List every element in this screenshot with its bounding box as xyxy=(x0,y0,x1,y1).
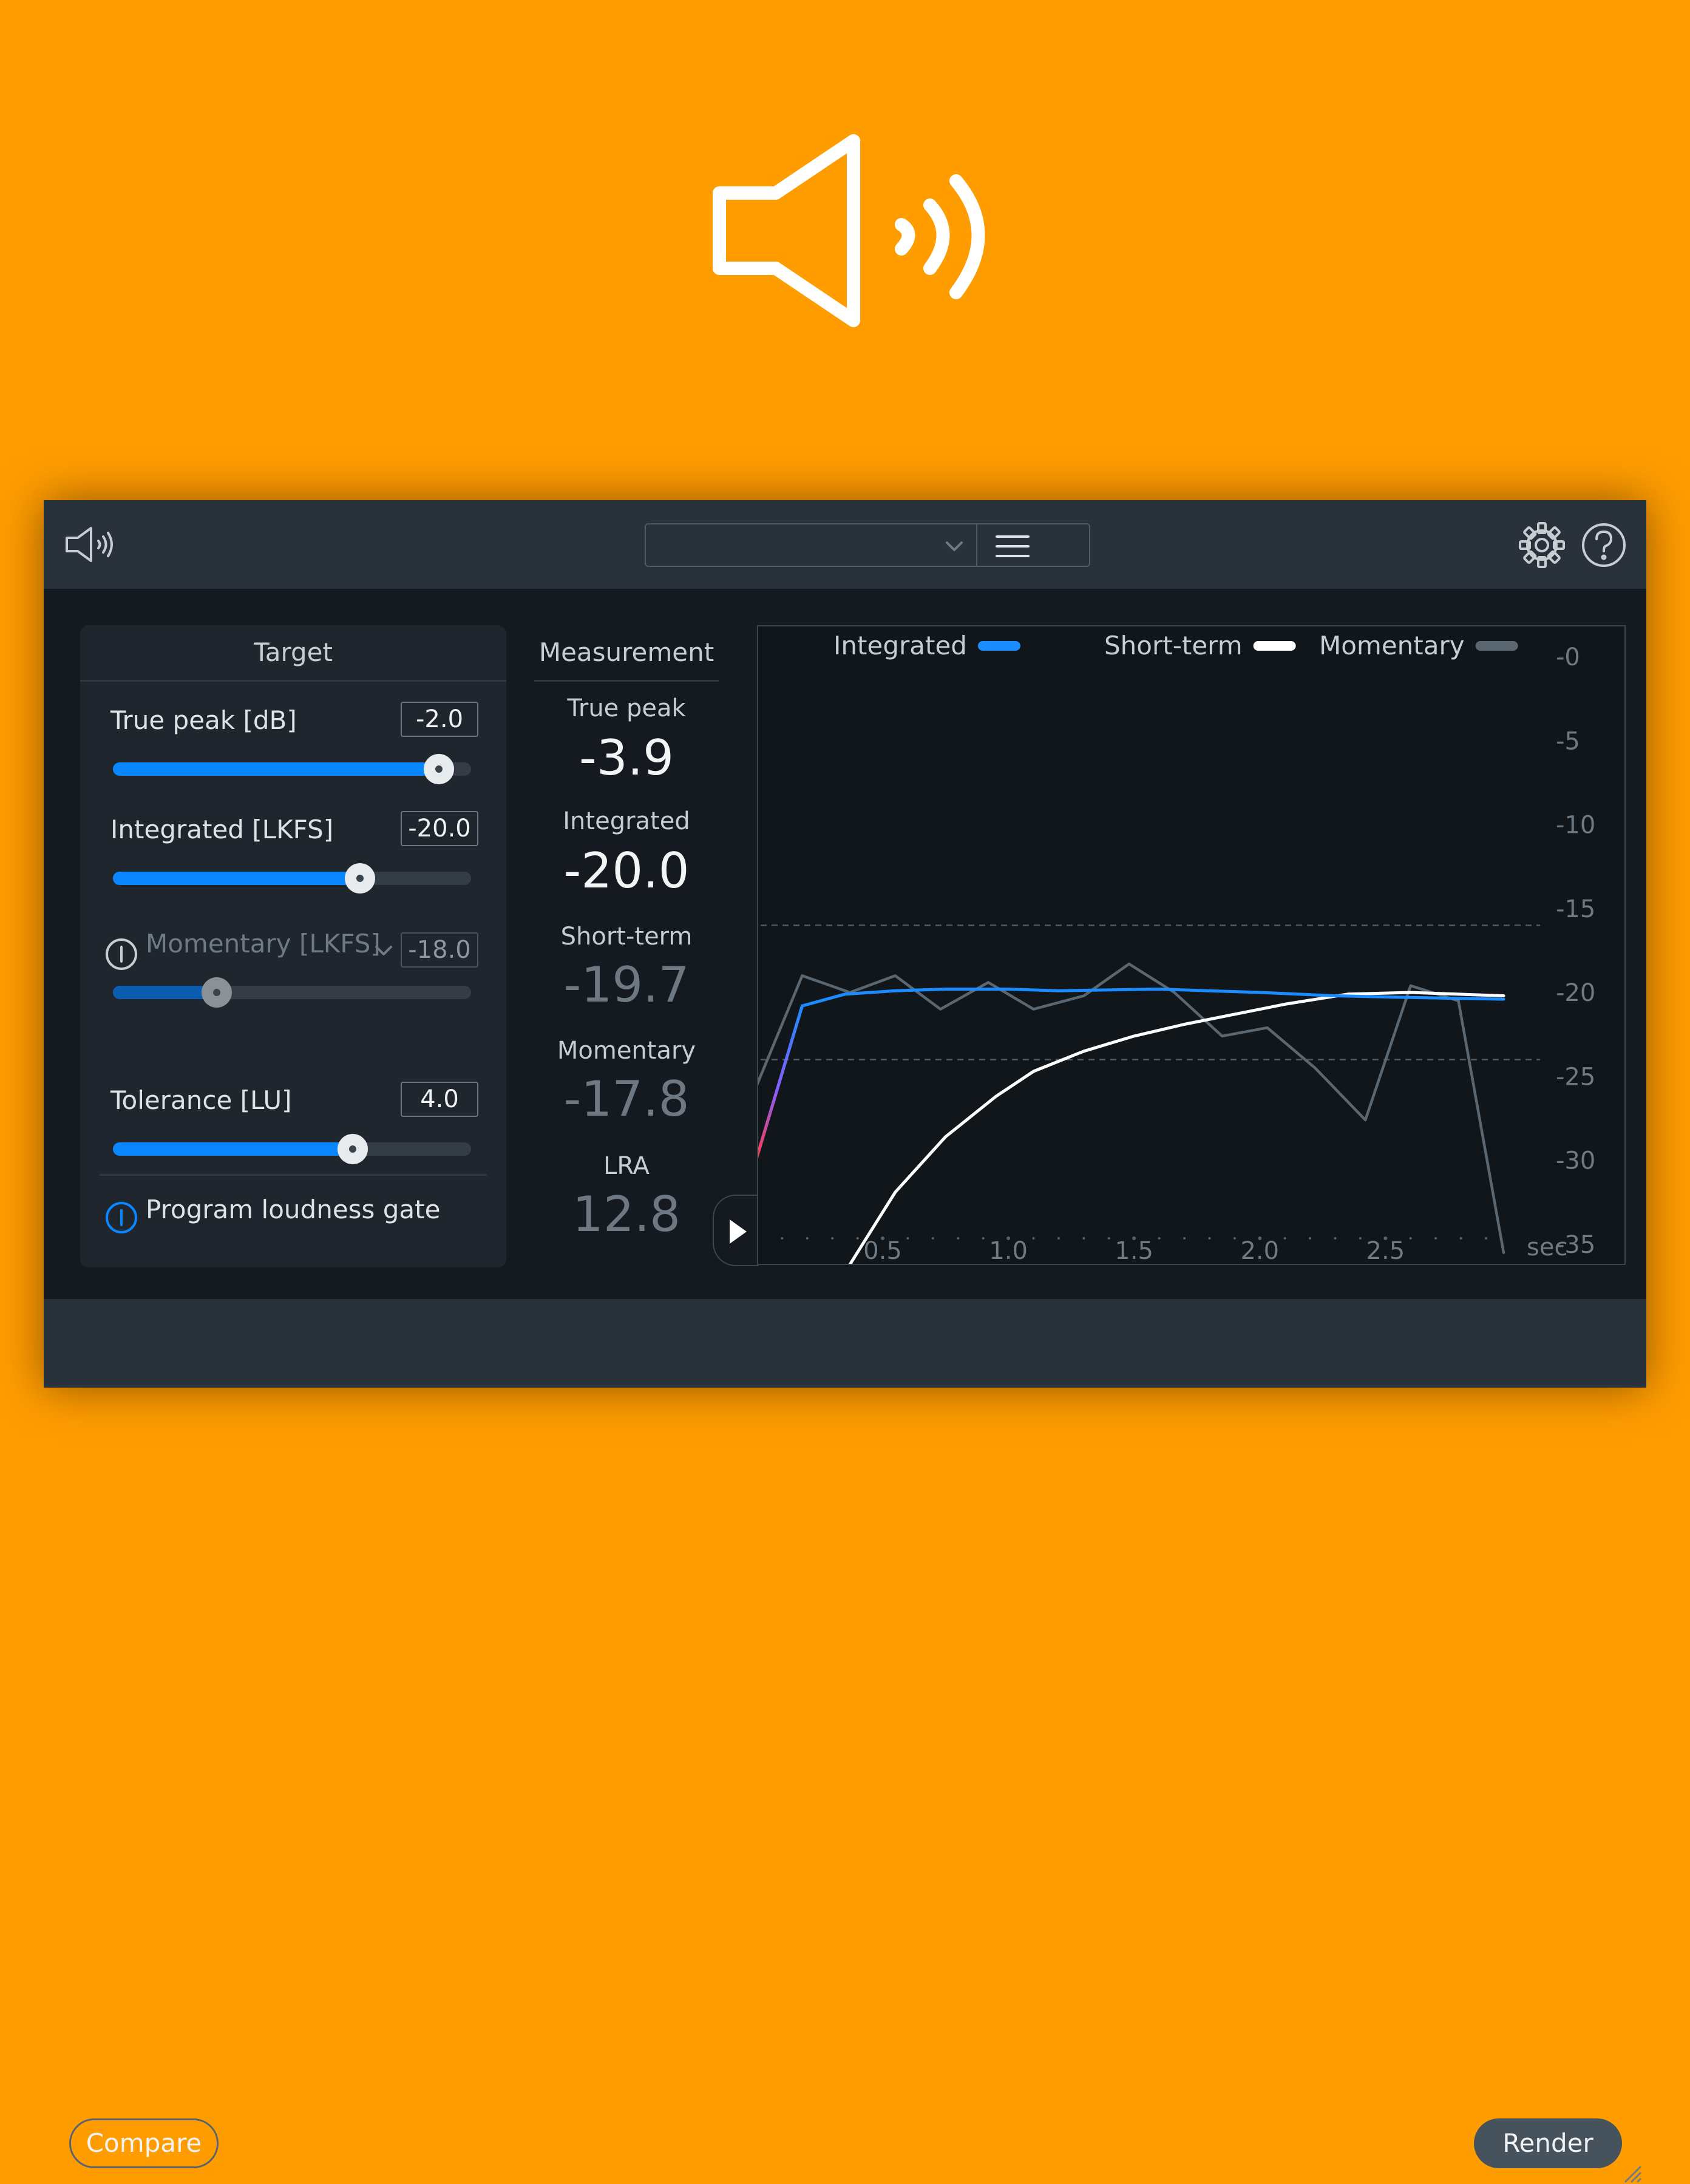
x-grid-dot xyxy=(831,1237,834,1240)
x-tick-label: 2.0 xyxy=(1240,1237,1279,1265)
lra-measure-value: 12.8 xyxy=(572,1186,681,1243)
preset-selector[interactable] xyxy=(645,523,1090,567)
target-title-divider xyxy=(80,680,506,682)
x-grid-dot xyxy=(1334,1237,1337,1240)
play-button[interactable] xyxy=(713,1195,759,1266)
render-button[interactable]: Render xyxy=(1474,2118,1622,2168)
x-grid-dot xyxy=(1233,1237,1236,1240)
x-grid-dot xyxy=(1409,1237,1412,1240)
speaker-icon xyxy=(713,134,985,327)
target-panel: Target True peak [dB] -2.0 Integrated [L… xyxy=(80,625,506,1267)
integrated-slider[interactable] xyxy=(113,863,471,894)
resize-grip-icon[interactable] xyxy=(1621,2162,1643,2184)
slider-thumb[interactable] xyxy=(345,863,376,894)
integrated-label: Integrated [LKFS] xyxy=(110,815,334,844)
x-grid-dot xyxy=(931,1237,934,1240)
y-tick-label: -35 xyxy=(1556,1231,1595,1259)
compare-button[interactable]: Compare xyxy=(69,2118,219,2168)
true-peak-measure-value: -3.9 xyxy=(579,730,674,786)
x-grid-dot xyxy=(1485,1237,1488,1240)
y-tick-label: -25 xyxy=(1556,1063,1595,1091)
integrated-measure-label: Integrated xyxy=(563,807,690,835)
x-grid-dot xyxy=(1158,1237,1161,1240)
legend-label: Short-term xyxy=(1104,631,1243,660)
true-peak-value-field[interactable]: -2.0 xyxy=(401,702,478,737)
chevron-down-icon[interactable] xyxy=(942,535,966,557)
measurement-title-divider xyxy=(534,680,719,682)
x-grid-dot xyxy=(1359,1237,1362,1240)
lra-measure-label: LRA xyxy=(603,1152,650,1180)
x-grid-dot xyxy=(806,1237,809,1240)
loudness-plugin-window: Target True peak [dB] -2.0 Integrated [L… xyxy=(44,500,1646,2183)
x-grid-dot xyxy=(1032,1237,1035,1240)
chart-frame xyxy=(757,625,1626,1265)
x-grid-dot xyxy=(1183,1237,1186,1240)
tolerance-label: Tolerance [LU] xyxy=(110,1085,292,1115)
y-tick-label: -15 xyxy=(1556,895,1595,923)
y-tick-label: -30 xyxy=(1556,1147,1595,1175)
tolerance-value-field[interactable]: 4.0 xyxy=(401,1082,478,1117)
x-grid-dot xyxy=(1459,1237,1462,1240)
x-tick-label: 1.5 xyxy=(1115,1237,1153,1265)
target-section-divider xyxy=(100,1174,487,1176)
momentary-measure-value: -17.8 xyxy=(563,1071,690,1127)
play-icon xyxy=(730,1219,747,1244)
preset-divider xyxy=(976,524,977,566)
chevron-down-icon[interactable] xyxy=(373,942,395,960)
slider-thumb[interactable] xyxy=(202,977,232,1008)
integrated-measure-value: -20.0 xyxy=(563,843,690,899)
legend-label: Momentary xyxy=(1319,631,1465,660)
hamburger-icon[interactable] xyxy=(993,531,1032,562)
slider-fill xyxy=(113,1142,353,1156)
x-grid-dot xyxy=(957,1237,960,1240)
true-peak-label: True peak [dB] xyxy=(110,705,297,735)
y-tick-label: -20 xyxy=(1556,979,1595,1007)
x-grid-dot xyxy=(856,1237,859,1240)
x-grid-dot xyxy=(1057,1237,1060,1240)
power-toggle-icon[interactable] xyxy=(104,937,138,971)
y-tick-label: -10 xyxy=(1556,812,1595,839)
x-grid-dot xyxy=(1208,1237,1211,1240)
slider-thumb[interactable] xyxy=(338,1134,368,1164)
tolerance-slider[interactable] xyxy=(113,1134,471,1164)
footer-bar: Compare Render xyxy=(44,1299,1646,2183)
help-icon[interactable] xyxy=(1580,521,1628,569)
power-toggle-icon[interactable] xyxy=(104,1201,138,1235)
x-grid-dot xyxy=(781,1237,784,1240)
measurement-title: Measurement xyxy=(538,637,714,667)
slider-fill xyxy=(113,762,439,776)
speaker-icon[interactable] xyxy=(64,526,114,563)
y-tick-label: -5 xyxy=(1556,727,1580,755)
momentary-measure-label: Momentary xyxy=(557,1037,696,1065)
gear-icon[interactable] xyxy=(1518,521,1566,569)
x-grid-dot xyxy=(1283,1237,1286,1240)
momentary-value-field[interactable]: -18.0 xyxy=(401,932,478,968)
x-grid-dot xyxy=(1107,1237,1110,1240)
header-bar xyxy=(44,500,1646,589)
x-grid-dot xyxy=(1309,1237,1312,1240)
true-peak-measure-label: True peak xyxy=(567,694,686,722)
x-grid-dot xyxy=(906,1237,909,1240)
x-tick-label: 2.5 xyxy=(1366,1237,1405,1265)
legend-label: Integrated xyxy=(833,631,967,660)
momentary-label: Momentary [LKFS] xyxy=(146,929,381,958)
short-term-measure-label: Short-term xyxy=(560,923,693,951)
slider-thumb[interactable] xyxy=(423,754,454,784)
program-loudness-gate-label: Program loudness gate xyxy=(146,1195,441,1224)
true-peak-slider[interactable] xyxy=(113,754,471,784)
x-tick-label: 1.0 xyxy=(989,1237,1028,1265)
x-tick-label: 0.5 xyxy=(863,1237,902,1265)
x-grid-dot xyxy=(982,1237,985,1240)
x-grid-dot xyxy=(1434,1237,1437,1240)
loudness-history-chart: 0.5 1.0 1.5 2.0 2.5 sec -0-5-10-15-20-25-30-3… xyxy=(757,625,1626,1265)
target-title: Target xyxy=(254,637,333,667)
x-grid-dot xyxy=(1082,1237,1085,1240)
y-tick-label: -0 xyxy=(1556,643,1580,671)
momentary-slider[interactable] xyxy=(113,977,471,1008)
short-term-measure-value: -19.7 xyxy=(563,957,690,1013)
slider-fill xyxy=(113,872,361,885)
integrated-value-field[interactable]: -20.0 xyxy=(401,811,478,846)
